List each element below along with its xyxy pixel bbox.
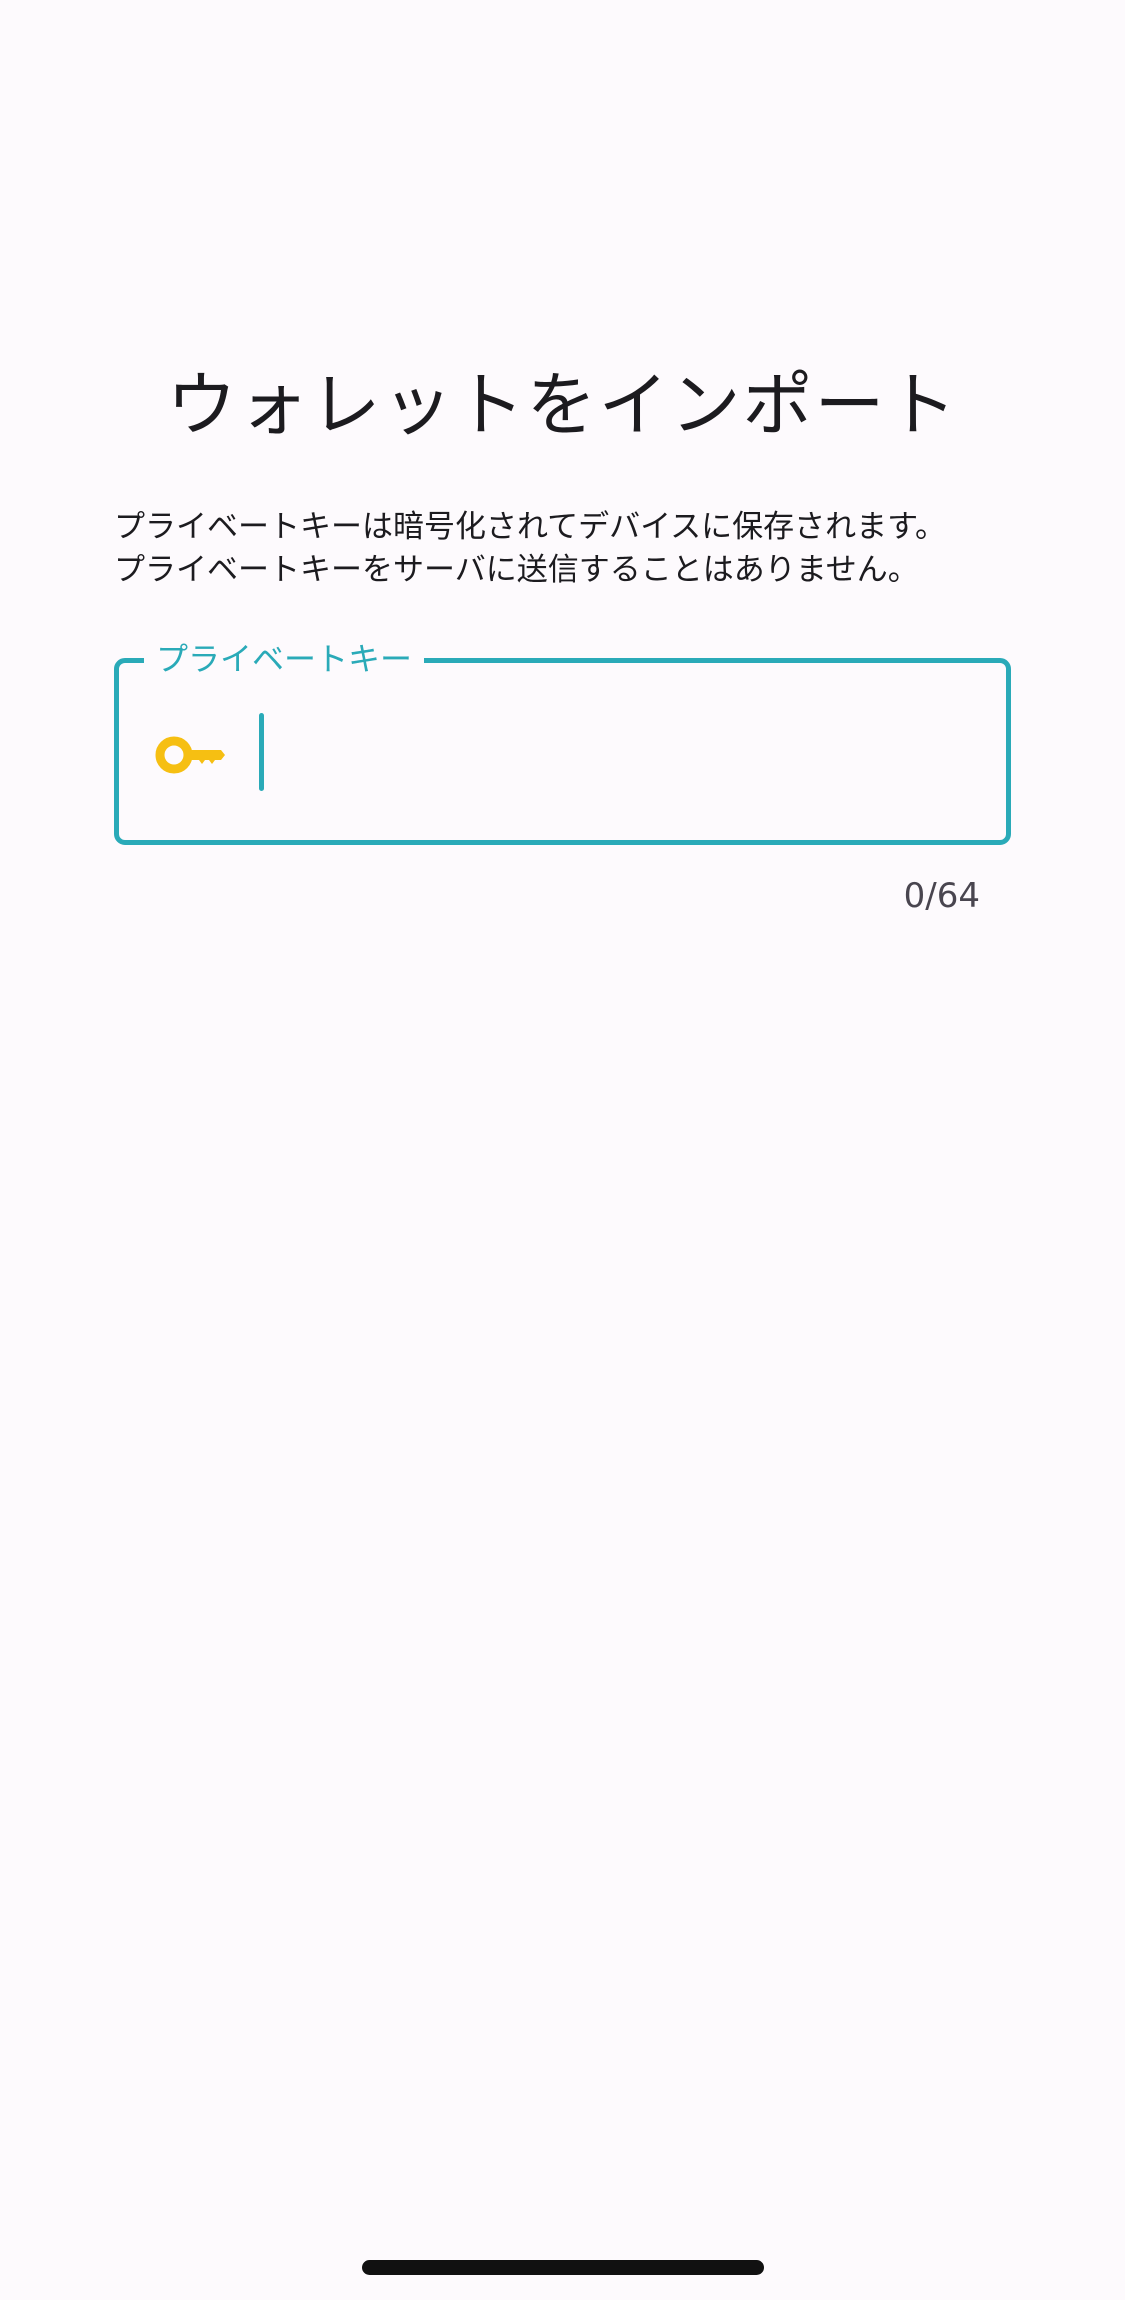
private-key-input[interactable] — [254, 703, 974, 803]
page-title: ウォレットをインポート — [166, 364, 959, 446]
description: プライベートキーは暗号化されてデバイスに保存されます。 プライベートキーをサーバ… — [114, 506, 1014, 592]
description-line-1: プライベートキーは暗号化されてデバイスに保存されます。 — [114, 509, 947, 545]
home-indicator[interactable] — [362, 2260, 764, 2275]
description-line-2: プライベートキーをサーバに送信することはありません。 — [114, 552, 919, 588]
key-icon — [155, 736, 225, 774]
character-counter: 0/64 — [903, 876, 980, 916]
private-key-field-label: プライベートキー — [144, 635, 425, 683]
private-key-field[interactable]: プライベートキー — [114, 635, 1011, 845]
text-cursor — [259, 713, 264, 791]
